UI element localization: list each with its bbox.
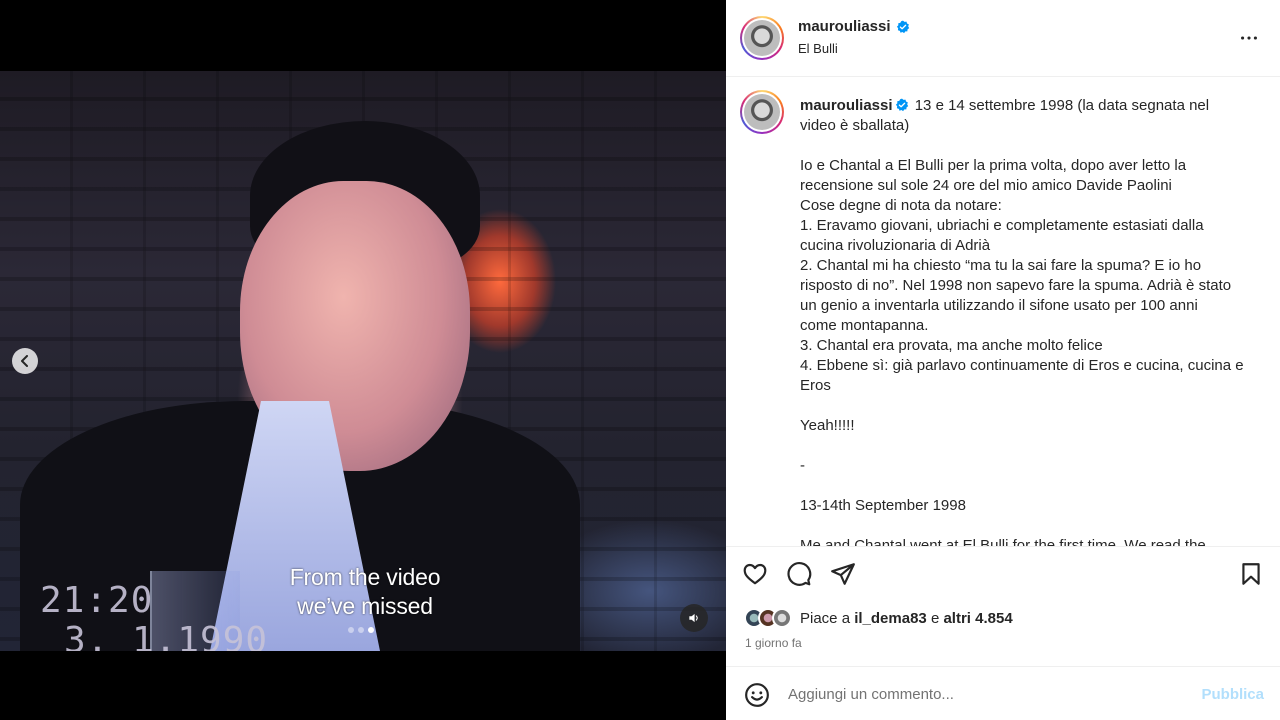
avatar-image: [744, 94, 780, 130]
likes-user[interactable]: il_dema83: [854, 610, 927, 627]
publish-button[interactable]: Pubblica: [1201, 686, 1264, 703]
author-username[interactable]: maurouliassi: [798, 18, 910, 35]
bookmark-icon: [1242, 563, 1260, 585]
previous-slide-button[interactable]: [12, 348, 38, 374]
likes-summary[interactable]: Piace a il_dema83 e altri 4.854: [744, 608, 1013, 628]
author-username-text: maurouliassi: [798, 18, 891, 35]
comment-bubble-icon[interactable]: [786, 561, 812, 587]
audio-toggle-button[interactable]: [680, 604, 708, 632]
post-location[interactable]: El Bulli: [798, 41, 838, 56]
carousel-dot-active: [368, 627, 374, 633]
save-button[interactable]: [1238, 561, 1264, 592]
heart-icon[interactable]: [742, 561, 768, 587]
video-player[interactable]: 21:20 3. 1.1990 From the video we’ve mis…: [0, 71, 726, 651]
author-avatar[interactable]: [740, 16, 784, 60]
media-pane: 21:20 3. 1.1990 From the video we’ve mis…: [0, 0, 726, 720]
post-details-panel: maurouliassi El Bulli maurouliassi 13 e …: [726, 0, 1280, 720]
post-caption: maurouliassi 13 e 14 settembre 1998 (la …: [800, 96, 1260, 546]
comment-bar: Pubblica: [726, 666, 1280, 720]
verified-badge-icon: [896, 20, 909, 33]
more-horizontal-icon[interactable]: [1238, 27, 1260, 49]
speaker-muted-icon: [689, 613, 698, 623]
timestamp-time: 21:20: [40, 580, 154, 621]
verified-badge-icon: [895, 98, 908, 112]
liker-avatar: [772, 608, 792, 628]
caption-body: 13 e 14 settembre 1998 (la data segnata …: [800, 97, 1244, 546]
video-subtitle: From the video we’ve missed: [260, 563, 470, 621]
post-header: maurouliassi El Bulli: [726, 0, 1280, 77]
likes-text: Piace a il_dema83 e altri 4.854: [800, 610, 1013, 627]
likes-others[interactable]: altri 4.854: [943, 610, 1012, 627]
comment-input[interactable]: [788, 681, 1178, 707]
post-actions: Piace a il_dema83 e altri 4.854 1 giorno…: [726, 546, 1280, 666]
caption-area[interactable]: maurouliassi 13 e 14 settembre 1998 (la …: [726, 78, 1280, 546]
chevron-left-icon: [21, 355, 28, 367]
subtitle-line-2: we’ve missed: [297, 593, 433, 619]
likes-prefix: Piace a: [800, 609, 851, 627]
timestamp-date: 3. 1.1990: [64, 620, 269, 652]
post-timestamp[interactable]: 1 giorno fa: [745, 636, 802, 650]
likes-conjunction: e: [930, 609, 940, 627]
liker-avatars: [744, 608, 792, 628]
carousel-dot: [348, 627, 354, 633]
action-icons: [742, 561, 856, 587]
caption-author-avatar[interactable]: [740, 90, 784, 134]
carousel-indicator: [348, 627, 374, 633]
smiley-icon[interactable]: [744, 682, 770, 708]
caption-username[interactable]: maurouliassi: [800, 97, 893, 114]
video-timestamp: 21:20 3. 1.1990: [40, 580, 269, 652]
subtitle-line-1: From the video: [289, 564, 441, 590]
carousel-dot: [358, 627, 364, 633]
avatar-image: [744, 20, 780, 56]
paper-plane-icon[interactable]: [830, 561, 856, 587]
